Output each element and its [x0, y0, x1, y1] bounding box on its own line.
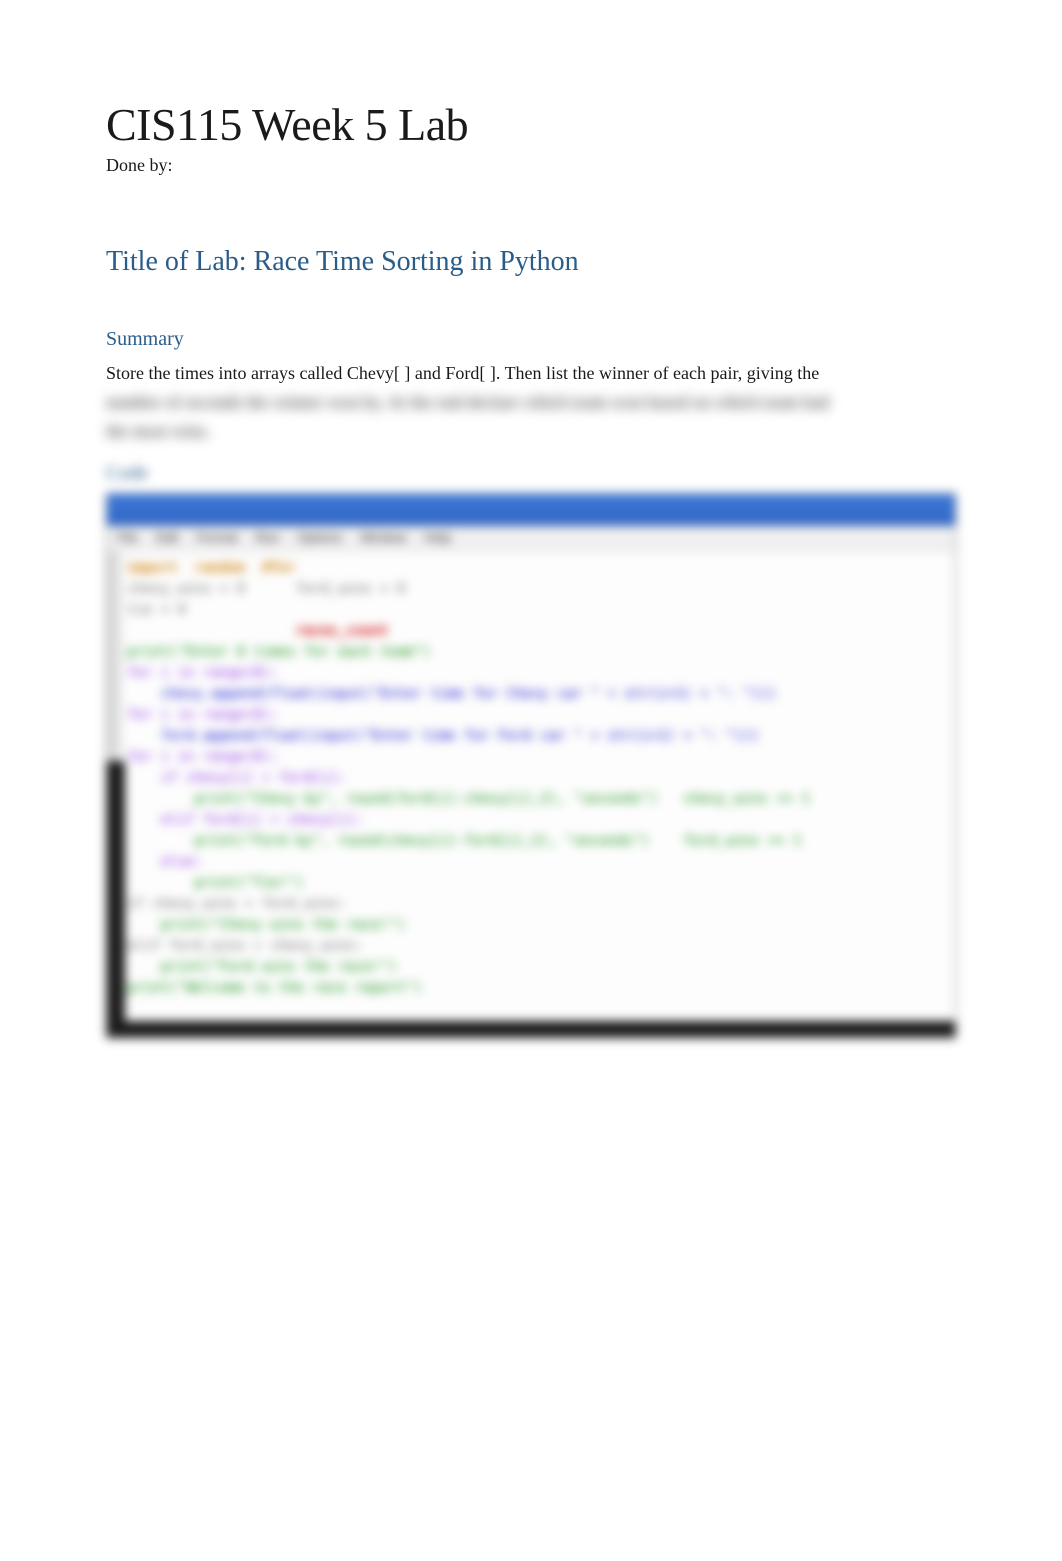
ide-menu-item[interactable]: Window [360, 530, 406, 547]
code-line: print("Chevy wins the race!") [117, 915, 945, 936]
code-line: import random #for [117, 558, 945, 579]
code-line: if chevy_wins > ford_wins: [117, 894, 945, 915]
code-line: else: [117, 852, 945, 873]
code-line: elif ford[i] < chevy[i]: [117, 810, 945, 831]
ide-menu-item[interactable]: Format [196, 530, 237, 547]
ide-title-bar [107, 494, 955, 526]
code-line: chevy.append(float(input("Enter time for… [117, 684, 945, 705]
code-line: tie = 0 [117, 600, 945, 621]
ide-menu-item[interactable]: Edit [156, 530, 178, 547]
ide-menu-item[interactable]: Options [297, 530, 342, 547]
ide-menu-item[interactable]: File [117, 530, 138, 547]
ide-code-body: import random #forchevy_wins = 0 ford_wi… [107, 552, 955, 1037]
code-line: if chevy[i] < ford[i]: [117, 768, 945, 789]
summary-line-blurred-2: the most wins. [106, 419, 956, 444]
ide-bottom-frame [107, 1021, 955, 1037]
summary-line-visible: Store the times into arrays called Chevy… [106, 361, 956, 386]
summary-line-blurred-1: number of seconds the winner won by. At … [106, 390, 956, 415]
document-title: CIS115 Week 5 Lab [106, 100, 956, 151]
code-line: print("Chevy by", round(ford[i]-chevy[i]… [117, 789, 945, 810]
ide-menu-bar: File Edit Format Run Options Window Help [107, 526, 955, 552]
code-line: for i in range(8): [117, 705, 945, 726]
code-heading: Code [106, 462, 956, 485]
code-line: print("Ford wins the race!") [117, 957, 945, 978]
code-line: print("Ford by", round(chevy[i]-ford[i],… [117, 831, 945, 852]
summary-heading: Summary [106, 328, 956, 351]
code-line: print("Tie!") [117, 873, 945, 894]
code-line: print("Enter 8 times for each team") [117, 642, 945, 663]
code-line: print("Welcome to the race report") [117, 978, 945, 999]
ide-menu-item[interactable]: Run [256, 530, 280, 547]
code-line: ford.append(float(input("Enter time for … [117, 726, 945, 747]
code-line: for i in range(8): [117, 663, 945, 684]
lab-title: Title of Lab: Race Time Sorting in Pytho… [106, 246, 956, 278]
done-by-label: Done by: [106, 155, 956, 176]
ide-menu-item[interactable]: Help [424, 530, 451, 547]
code-line: for i in range(8): [117, 747, 945, 768]
code-line: elif ford_wins > chevy_wins: [117, 936, 945, 957]
code-line: races_count [117, 621, 945, 642]
ide-window: File Edit Format Run Options Window Help… [106, 493, 956, 1038]
ide-left-shadow [107, 761, 125, 1021]
code-line: chevy_wins = 0 ford_wins = 0 [117, 579, 945, 600]
